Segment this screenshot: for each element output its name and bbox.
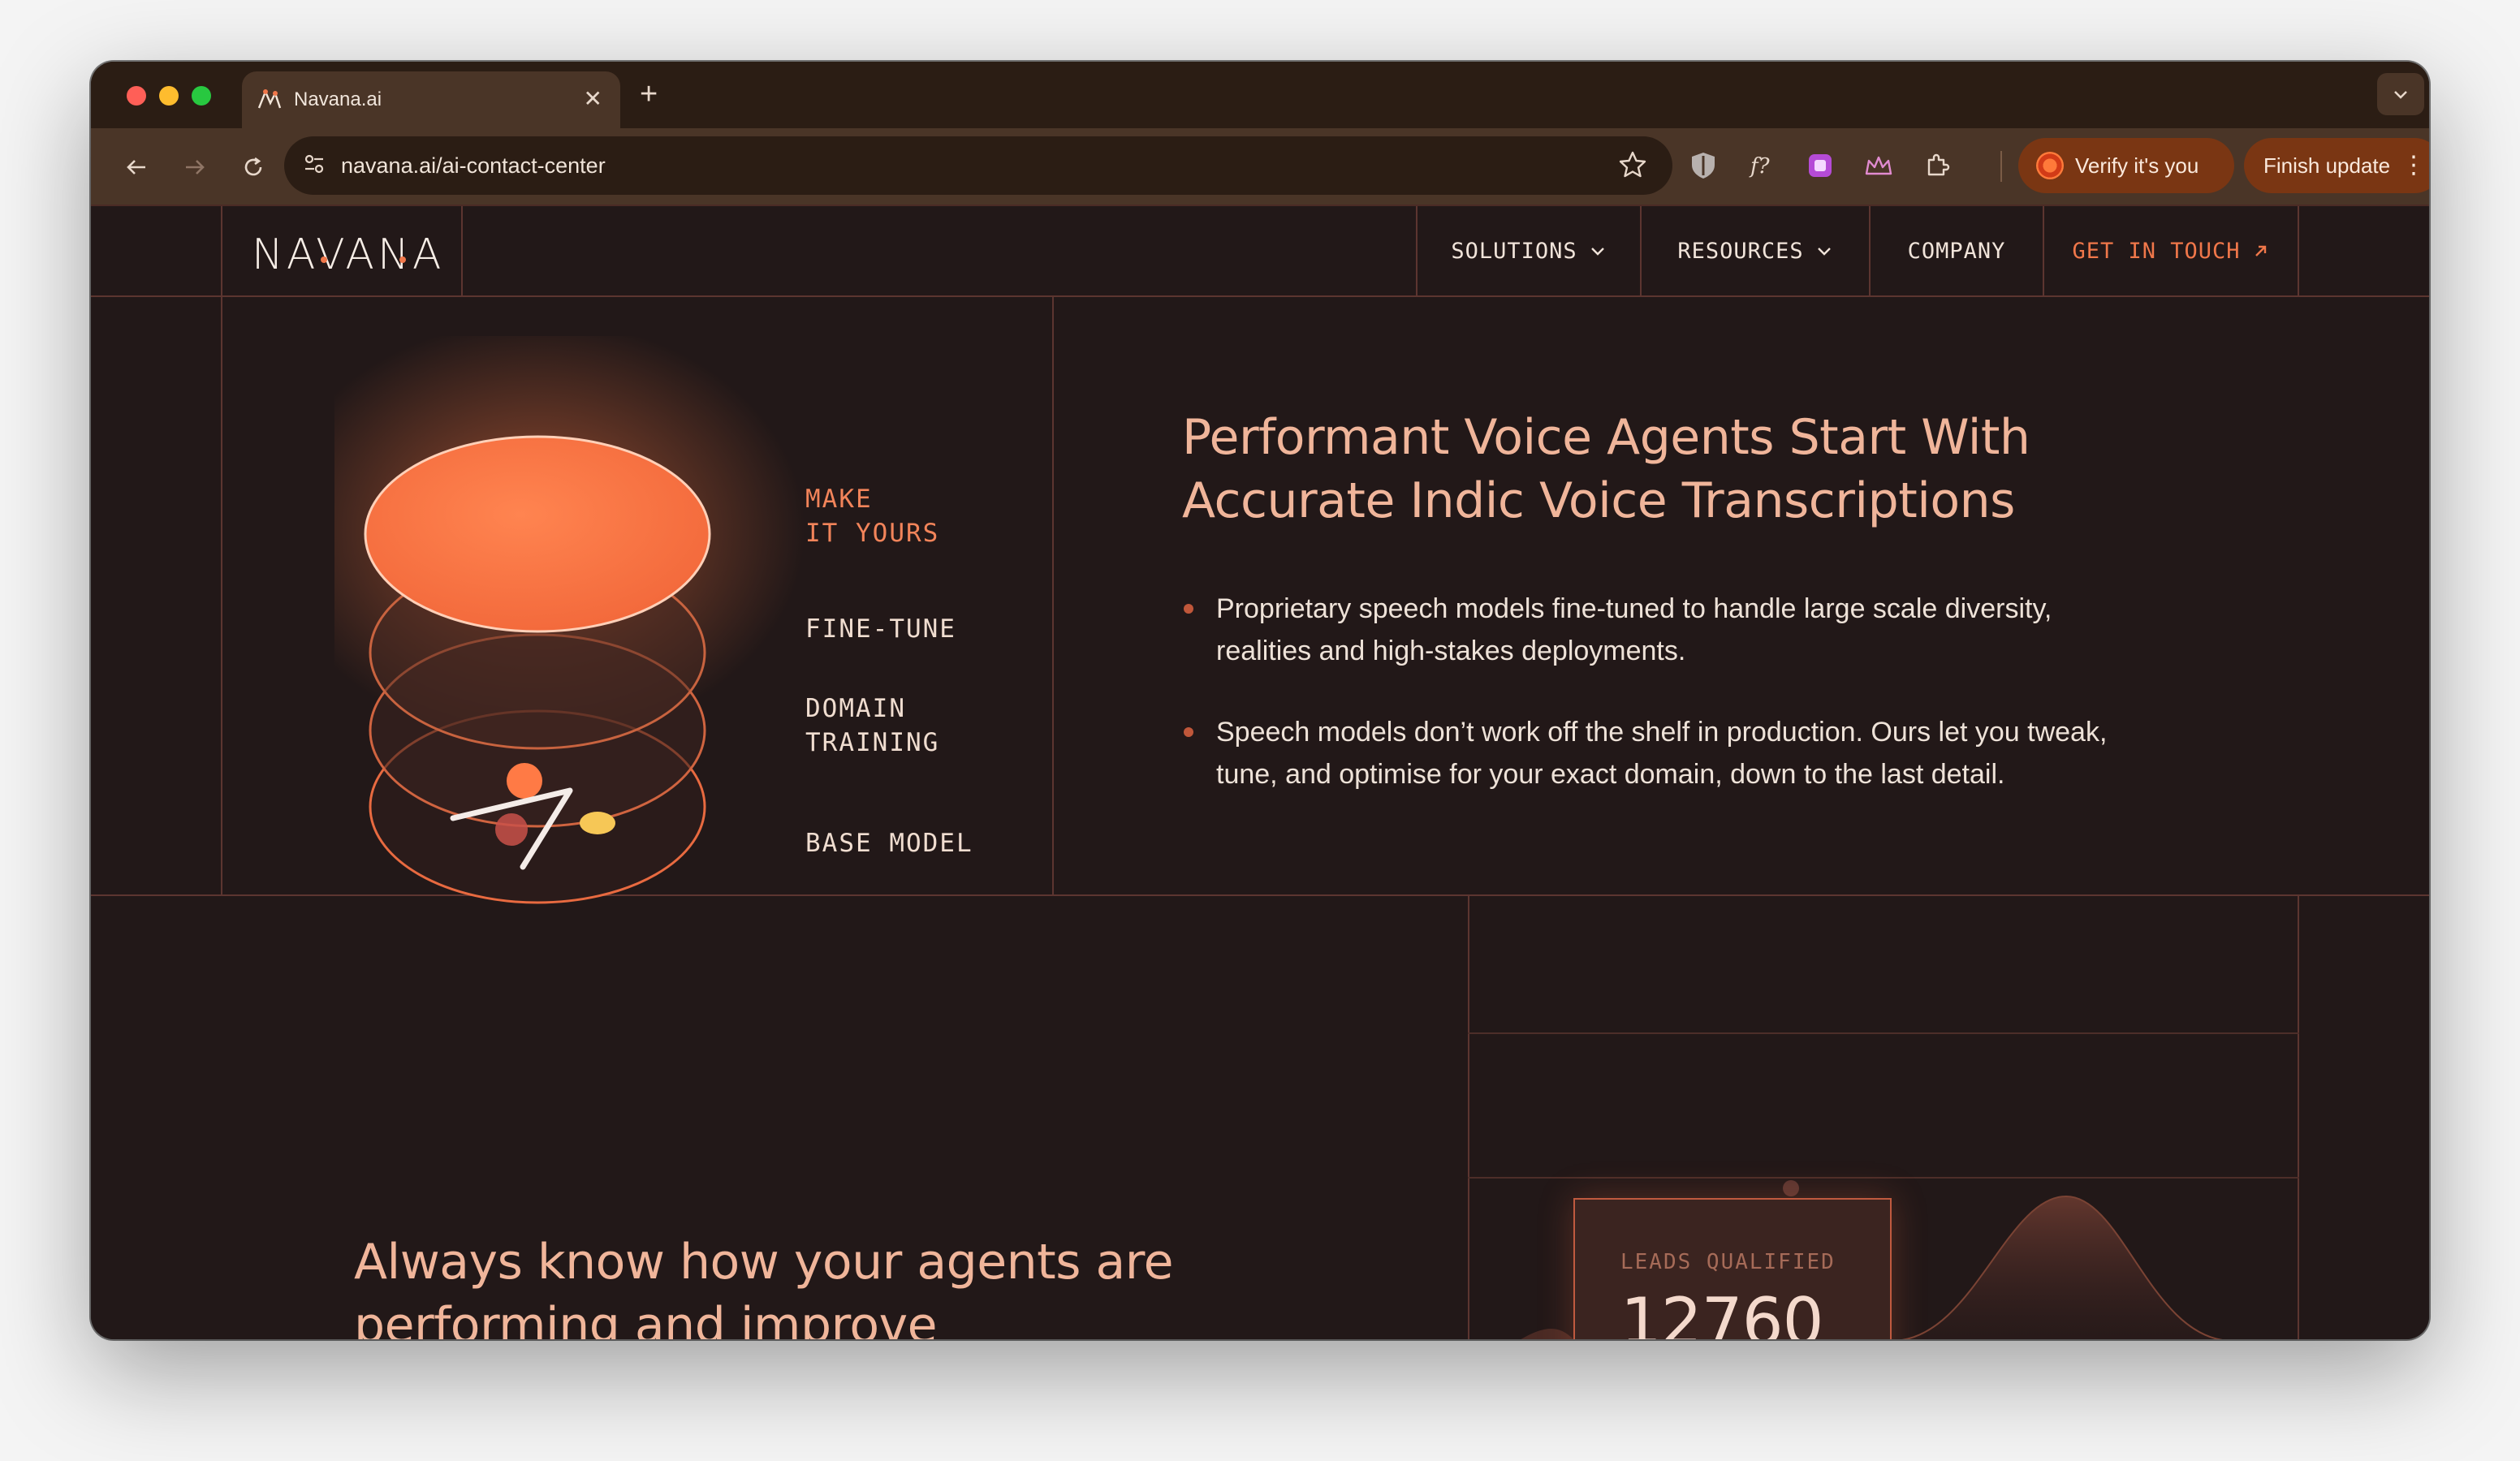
bullet-dot: [1184, 727, 1193, 737]
maximize-window-button[interactable]: [192, 86, 211, 106]
chevron-down-icon: [1817, 248, 1831, 256]
layer-label-base-model: BASE MODEL: [805, 829, 973, 858]
address-bar[interactable]: navana.ai/ai-contact-center: [284, 136, 1672, 195]
layer-label-domain-training: DOMAIN TRAINING: [805, 692, 939, 760]
get-in-touch-button[interactable]: GET IN TOUCH: [2044, 206, 2298, 295]
hero-bullet-list: Proprietary speech models fine-tuned to …: [1184, 588, 2190, 834]
close-window-button[interactable]: [127, 86, 146, 106]
shield-extension-icon[interactable]: [1687, 149, 1720, 182]
crown-extension-icon[interactable]: [1862, 149, 1895, 182]
layer-label-fine-tune: FINE-TUNE: [805, 614, 956, 644]
minimize-window-button[interactable]: [159, 86, 179, 106]
font-extension-icon[interactable]: f?: [1745, 149, 1778, 182]
forward-button[interactable]: [177, 149, 213, 185]
metric-label: LEADS QUALIFIED: [1620, 1250, 1836, 1274]
verify-identity-button[interactable]: Verify it's you: [2018, 138, 2234, 193]
tab-search-button[interactable]: [2377, 73, 2424, 115]
back-arrow-icon: [127, 160, 145, 175]
page-content: NAVANA SOLUTIONS RESOURCES COMPANY GET I…: [91, 205, 2429, 1339]
layer-label-line: MAKE: [805, 485, 873, 514]
browser-window: Navana.ai ✕ + navana.ai/ai-contact-cente…: [91, 62, 2429, 1339]
site-settings-icon[interactable]: [302, 152, 326, 180]
nav-company-label: COMPANY: [1907, 238, 2006, 264]
get-in-touch-label: GET IN TOUCH: [2072, 238, 2241, 264]
reload-button[interactable]: [235, 149, 271, 185]
bullet-text: Proprietary speech models fine-tuned to …: [1216, 593, 2052, 624]
puzzle-extensions-icon[interactable]: [1921, 149, 1953, 182]
bullet-text: realities and high-stakes deployments.: [1216, 636, 1686, 666]
tab-navana[interactable]: Navana.ai ✕: [242, 71, 620, 128]
tab-title: Navana.ai: [294, 88, 382, 110]
bullet-text: tune, and optimise for your exact domain…: [1216, 759, 2005, 790]
nav-resources[interactable]: RESOURCES: [1642, 206, 1869, 295]
logo-accent-dots: [321, 256, 406, 263]
finish-update-button[interactable]: Finish update ⋮: [2244, 138, 2429, 193]
bullet-text: Speech models don’t work off the shelf i…: [1216, 717, 2108, 748]
navana-favicon-icon: [257, 87, 283, 113]
grid-line: [1468, 1032, 2299, 1034]
profile-avatar-icon: [2036, 152, 2064, 179]
list-item: Speech models don’t work off the shelf i…: [1184, 711, 2190, 795]
svg-text:f?: f?: [1749, 154, 1771, 179]
back-button[interactable]: [119, 149, 154, 185]
url-text: navana.ai/ai-contact-center: [341, 153, 606, 178]
hero-title-line: Performant Voice Agents Start With: [1182, 409, 2030, 466]
layer-label-line: IT YOURS: [805, 519, 940, 548]
nav-resources-label: RESOURCES: [1677, 238, 1804, 264]
list-item: Proprietary speech models fine-tuned to …: [1184, 588, 2190, 672]
tab-strip: Navana.ai ✕ +: [91, 62, 2429, 128]
layer-label-line: TRAINING: [805, 728, 940, 757]
new-tab-button[interactable]: +: [640, 78, 658, 110]
purple-extension-icon[interactable]: [1804, 149, 1836, 182]
reload-icon: [244, 157, 262, 176]
metric-card-leads: LEADS QUALIFIED 12760: [1573, 1198, 1892, 1339]
site-header: NAVANA SOLUTIONS RESOURCES COMPANY GET I…: [91, 206, 2429, 295]
layer-label-make-it-yours: MAKE IT YOURS: [805, 482, 939, 550]
hero-title: Performant Voice Agents Start With Accur…: [1182, 406, 2030, 532]
layer-label-line: DOMAIN: [805, 694, 906, 723]
analytics-title-line: performing and improve: [354, 1297, 938, 1339]
grid-line: [221, 206, 222, 896]
browser-toolbar: navana.ai/ai-contact-center f? Verify it…: [91, 128, 2429, 205]
nav-solutions[interactable]: SOLUTIONS: [1418, 206, 1640, 295]
verify-label: Verify it's you: [2075, 153, 2199, 178]
bookmark-star-icon[interactable]: [1617, 149, 1648, 184]
tab-close-icon[interactable]: ✕: [584, 86, 602, 112]
grid-line: [2298, 894, 2299, 1339]
hero-title-line: Accurate Indic Voice Transcriptions: [1182, 472, 2015, 529]
analytics-title-line: Always know how your agents are: [354, 1234, 1174, 1291]
analytics-title: Always know how your agents are performi…: [354, 1230, 1174, 1339]
metric-value: 12760: [1620, 1284, 1823, 1339]
nav-solutions-label: SOLUTIONS: [1451, 238, 1577, 264]
bullet-dot: [1184, 604, 1193, 614]
toolbar-divider: [2000, 151, 2002, 182]
nav-company[interactable]: COMPANY: [1871, 206, 2043, 295]
grid-line: [91, 295, 2429, 297]
forward-arrow-icon: [186, 160, 205, 175]
chevron-down-icon: [2394, 91, 2407, 99]
more-menu-icon[interactable]: ⋮: [2401, 153, 2426, 179]
finish-update-label: Finish update: [2263, 153, 2391, 178]
grid-line: [1052, 295, 1054, 896]
arrow-up-right-icon: [2255, 245, 2266, 256]
chevron-down-icon: [1590, 248, 1604, 256]
